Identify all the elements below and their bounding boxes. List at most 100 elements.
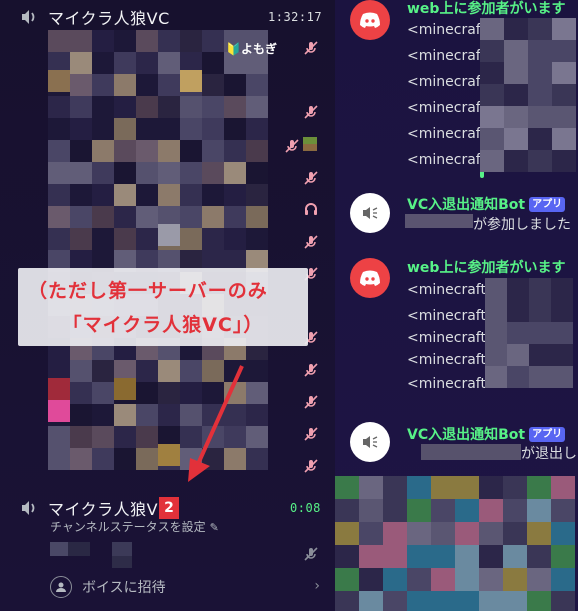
- redacted-pixel: [552, 150, 576, 172]
- redacted-pixel: [485, 322, 507, 344]
- redacted-pixel: [528, 18, 552, 40]
- redacted-pixel: [383, 545, 407, 568]
- message-line: <minecraft:: [407, 308, 491, 324]
- message-text: が参加しました: [473, 217, 571, 233]
- redacted-pixel: [551, 499, 575, 522]
- voice-user-pixel: [224, 206, 246, 228]
- redacted-pixel: [507, 344, 529, 366]
- voice-user-pixel: [202, 184, 224, 206]
- voice-user-pixel: [92, 448, 114, 470]
- message-author[interactable]: VC入退出通知Bot アプリ: [407, 194, 566, 214]
- user-tag: 🔰よもぎ: [226, 42, 277, 56]
- redacted-pixel: [335, 499, 359, 522]
- annotation-line-2: 「マイクラ人狼VC」）: [62, 314, 264, 336]
- redacted-pixel: [504, 84, 528, 106]
- voice-user-pixel: [136, 140, 158, 162]
- redacted-pixel: [551, 568, 575, 591]
- redacted-pixel: [552, 128, 576, 150]
- voice-user-pixel: [136, 118, 158, 140]
- message-author[interactable]: web上に参加者がいます: [407, 0, 565, 18]
- invite-to-voice-button[interactable]: ボイスに招待 ›: [50, 576, 320, 598]
- user-avatar[interactable]: [50, 542, 68, 556]
- redacted-pixel: [528, 40, 552, 62]
- message-line: <minecraft: [407, 100, 486, 116]
- redacted-pixel: [551, 591, 575, 611]
- voice-user-pixel: [114, 426, 136, 448]
- voice-channel-1[interactable]: マイクラ人狼VC: [18, 6, 170, 28]
- redacted-pixel: [503, 499, 527, 522]
- voice-user-pixel: [92, 184, 114, 206]
- message-author[interactable]: web上に参加者がいます: [407, 257, 565, 277]
- redacted-pixel: [504, 62, 528, 84]
- voice-user-pixel: [70, 228, 92, 250]
- redacted-pixel: [431, 476, 455, 499]
- voice-user-pixel: [48, 184, 70, 206]
- speaker-bot-icon[interactable]: [350, 193, 390, 233]
- redacted-pixel: [503, 568, 527, 591]
- voice-user-pixel: [70, 426, 92, 448]
- redacted-pixel: [479, 545, 503, 568]
- redacted-pixel: [407, 499, 431, 522]
- voice-user-pixel: [136, 404, 158, 426]
- redacted-pixel: [455, 568, 479, 591]
- redacted-pixel: [529, 300, 551, 322]
- discord-icon[interactable]: [350, 258, 390, 298]
- message-line: <minecraft: [407, 74, 486, 90]
- redacted-pixel: [485, 344, 507, 366]
- redacted-pixel: [407, 522, 431, 545]
- voice-user-pixel: [48, 96, 70, 118]
- redacted-pixel: [480, 18, 504, 40]
- channel-status-button[interactable]: チャンネルステータスを設定 ✎: [50, 518, 219, 535]
- redacted-pixel: [529, 322, 551, 344]
- voice-user-pixel: [136, 382, 158, 404]
- voice-user-pixel: [70, 74, 92, 96]
- redacted-pixel: [551, 344, 573, 366]
- voice-user-pixel: [136, 162, 158, 184]
- voice-user-pixel: [70, 404, 92, 426]
- voice-user-pixel: [158, 224, 180, 246]
- speaker-bot-icon[interactable]: [350, 422, 390, 462]
- redacted-pixel: [507, 366, 529, 388]
- voice-user-pixel: [180, 30, 202, 52]
- redacted-pixel: [504, 18, 528, 40]
- voice-channel-2-name: マイクラ人狼VC: [48, 500, 170, 519]
- redacted-pixel: [528, 62, 552, 84]
- invite-label: ボイスに招待: [82, 580, 166, 596]
- redacted-pixel: [552, 40, 576, 62]
- mute-icon: [303, 362, 319, 378]
- redacted-pixel: [551, 522, 575, 545]
- redacted-pixel: [479, 476, 503, 499]
- voice-user-pixel: [136, 228, 158, 250]
- redacted-pixel: [479, 499, 503, 522]
- voice-user-pixel: [202, 30, 224, 52]
- voice-user-pixel: [92, 360, 114, 382]
- speaker-icon: [18, 497, 40, 519]
- channel-status-label: チャンネルステータスを設定: [50, 520, 206, 534]
- voice-user-pixel: [158, 96, 180, 118]
- redacted-pixel: [504, 128, 528, 150]
- voice-user-pixel: [158, 30, 180, 52]
- message-line: <minecraft:: [407, 376, 491, 392]
- redacted-username: [405, 214, 473, 228]
- voice-user-pixel: [114, 206, 136, 228]
- bot-name: VC入退出通知Bot: [407, 197, 526, 213]
- mute-icon: [303, 426, 319, 442]
- voice-user-pixel: [202, 74, 224, 96]
- discord-icon[interactable]: [350, 0, 390, 40]
- redacted-pixel: [527, 476, 551, 499]
- redacted-pixel: [431, 522, 455, 545]
- redacted-pixel: [480, 40, 504, 62]
- redacted-pixel: [383, 591, 407, 611]
- redacted-pixel: [551, 545, 575, 568]
- voice-user-pixel: [136, 206, 158, 228]
- voice-user-pixel: [48, 426, 70, 448]
- voice-user-pixel: [92, 426, 114, 448]
- voice-user-pixel: [70, 30, 92, 52]
- voice-user-pixel: [202, 162, 224, 184]
- redacted-pixel: [551, 278, 573, 300]
- voice-user-pixel: [114, 118, 136, 140]
- message-author[interactable]: VC入退出通知Bot アプリ: [407, 424, 566, 444]
- voice-channel-2[interactable]: マイクラ人狼VC: [18, 497, 170, 519]
- voice-user-pixel: [246, 140, 268, 162]
- redacted-pixel: [528, 106, 552, 128]
